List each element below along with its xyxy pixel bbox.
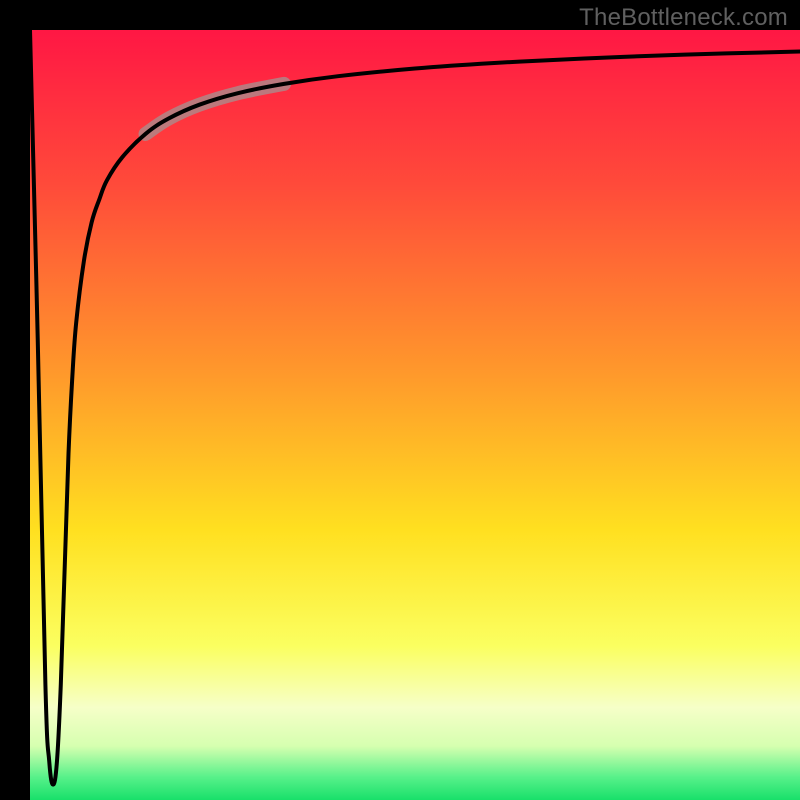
bottleneck-chart [30,30,800,800]
gradient-background [30,30,800,800]
chart-frame: TheBottleneck.com [0,0,800,800]
plot-area [30,30,800,800]
attribution-label: TheBottleneck.com [579,4,788,32]
